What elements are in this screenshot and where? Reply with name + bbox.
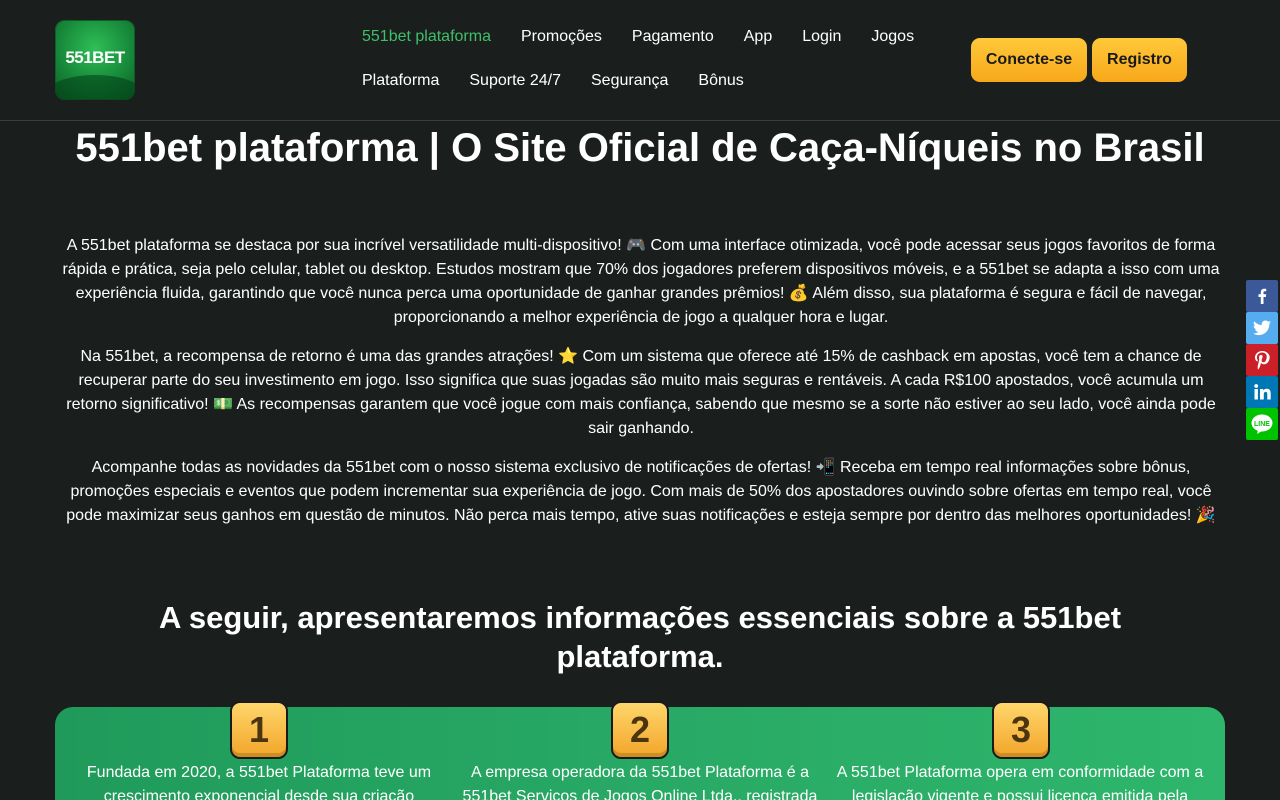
nav-item-bonus[interactable]: Bônus (698, 70, 743, 92)
connect-button[interactable]: Conecte-se (971, 38, 1087, 82)
info-card-text: A empresa operadora da 551bet Plataforma… (462, 764, 818, 800)
info-card-text: Fundada em 2020, a 551bet Plataforma tev… (86, 764, 432, 800)
site-header: 551BET 551bet plataforma Promoções Pagam… (0, 0, 1280, 121)
step-number-badge: 3 (992, 701, 1050, 759)
line-icon-label: LINE (1254, 421, 1270, 428)
info-card-text: A 551bet Plataforma opera em conformidad… (836, 764, 1204, 800)
nav-item-pagamento[interactable]: Pagamento (632, 26, 714, 48)
nav-item-plataforma[interactable]: Plataforma (362, 70, 439, 92)
linkedin-icon[interactable] (1246, 376, 1278, 408)
nav-item-seguranca[interactable]: Segurança (591, 70, 668, 92)
logo-wave-decoration (55, 75, 135, 100)
intro-paragraph-1: A 551bet plataforma se destaca por sua i… (62, 237, 1220, 326)
main-nav: 551bet plataforma Promoções Pagamento Ap… (362, 26, 942, 114)
nav-row-1: 551bet plataforma Promoções Pagamento Ap… (362, 26, 942, 48)
line-icon[interactable]: LINE (1246, 408, 1278, 440)
nav-item-jogos[interactable]: Jogos (871, 26, 914, 48)
nav-item-app[interactable]: App (744, 26, 772, 48)
twitter-icon[interactable] (1246, 312, 1278, 344)
nav-item-login[interactable]: Login (802, 26, 841, 48)
nav-row-2: Plataforma Suporte 24/7 Segurança Bônus (362, 70, 942, 92)
nav-item-promocoes[interactable]: Promoções (521, 26, 602, 48)
step-number-badge: 1 (230, 701, 288, 759)
nav-item-suporte[interactable]: Suporte 24/7 (469, 70, 561, 92)
step-number-badge: 2 (611, 701, 669, 759)
intro-paragraph-2: Na 551bet, a recompensa de retorno é uma… (66, 348, 1216, 437)
site-logo[interactable]: 551BET (55, 20, 135, 100)
page-title: 551bet plataforma | O Site Oficial de Ca… (75, 126, 1205, 170)
section-title: A seguir, apresentaremos informações ess… (158, 600, 1122, 674)
register-button[interactable]: Registro (1092, 38, 1187, 82)
facebook-icon[interactable] (1246, 280, 1278, 312)
intro-paragraph-3: Acompanhe todas as novidades da 551bet c… (66, 459, 1216, 524)
logo-text: 551BET (65, 48, 125, 67)
pinterest-icon[interactable] (1246, 344, 1278, 376)
nav-item-551bet-plataforma[interactable]: 551bet plataforma (362, 26, 491, 48)
